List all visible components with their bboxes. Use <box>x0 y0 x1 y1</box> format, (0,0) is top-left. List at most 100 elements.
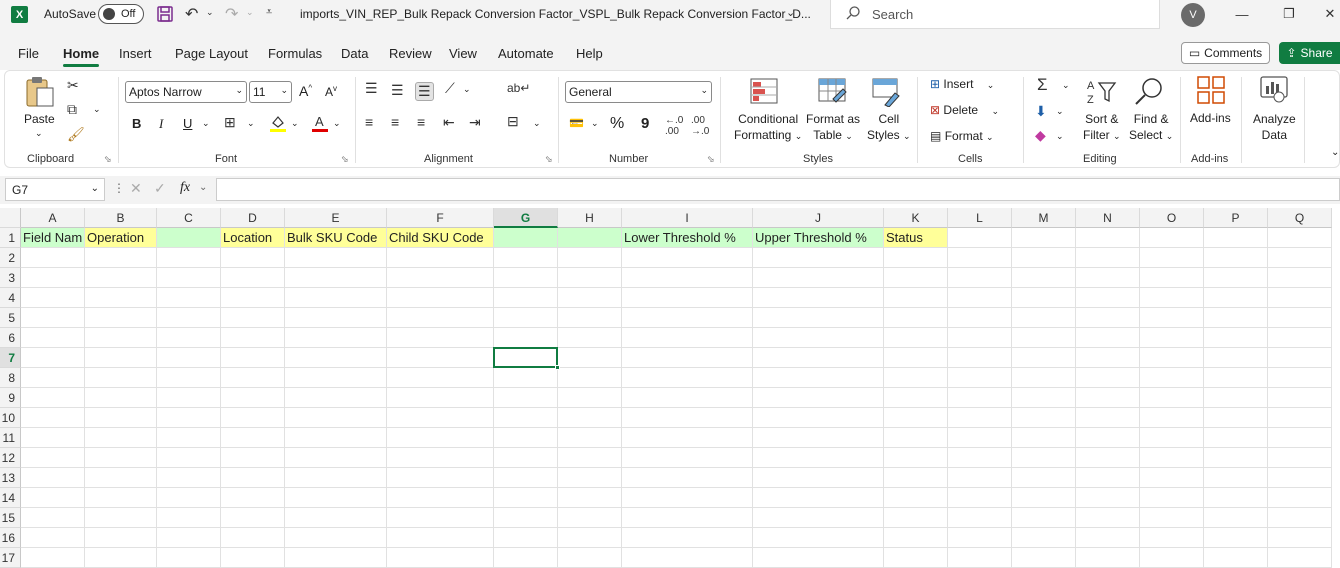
cell-i1[interactable]: Lower Threshold % <box>622 228 753 248</box>
cell-c1[interactable] <box>157 228 221 248</box>
increase-decimal-icon[interactable]: ←.0.00 <box>665 115 683 137</box>
row-header-9[interactable]: 9 <box>0 388 21 408</box>
find-select-button[interactable]: Find & Select ⌄ <box>1129 111 1173 144</box>
cell-b16[interactable] <box>85 528 157 548</box>
cell-q17[interactable] <box>1268 548 1332 568</box>
cell-b5[interactable] <box>85 308 157 328</box>
cell-b14[interactable] <box>85 488 157 508</box>
worksheet-grid[interactable]: A B C D E F G H I J K L M N O P Q 1 Field Nam Operation Loca… <box>0 208 1340 568</box>
cell-g9[interactable] <box>494 388 558 408</box>
cell-l3[interactable] <box>948 268 1012 288</box>
cell-n10[interactable] <box>1076 408 1140 428</box>
cell-h15[interactable] <box>558 508 622 528</box>
cell-a14[interactable] <box>21 488 85 508</box>
cell-b9[interactable] <box>85 388 157 408</box>
cell-b1[interactable]: Operation <box>85 228 157 248</box>
cell-a1[interactable]: Field Nam <box>21 228 85 248</box>
row-header-7[interactable]: 7 <box>0 348 21 368</box>
cell-k6[interactable] <box>884 328 948 348</box>
accounting-format-icon[interactable]: 💳 <box>569 116 584 130</box>
cell-e4[interactable] <box>285 288 387 308</box>
cell-b12[interactable] <box>85 448 157 468</box>
cell-j15[interactable] <box>753 508 884 528</box>
bottom-align-icon[interactable]: ☰ <box>415 82 434 101</box>
tab-formulas[interactable]: Formulas <box>268 46 322 61</box>
cell-d14[interactable] <box>221 488 285 508</box>
cell-g10[interactable] <box>494 408 558 428</box>
cell-c7[interactable] <box>157 348 221 368</box>
cell-j16[interactable] <box>753 528 884 548</box>
cell-j9[interactable] <box>753 388 884 408</box>
column-header-j[interactable]: J <box>753 208 884 228</box>
tab-insert[interactable]: Insert <box>119 46 152 61</box>
format-painter-icon[interactable]: 🖌 <box>67 126 85 143</box>
cell-e14[interactable] <box>285 488 387 508</box>
cell-c17[interactable] <box>157 548 221 568</box>
cell-j14[interactable] <box>753 488 884 508</box>
cell-g17[interactable] <box>494 548 558 568</box>
cell-i7[interactable] <box>622 348 753 368</box>
cell-a4[interactable] <box>21 288 85 308</box>
cell-l2[interactable] <box>948 248 1012 268</box>
find-select-icon[interactable] <box>1133 77 1165 110</box>
column-header-n[interactable]: N <box>1076 208 1140 228</box>
name-box[interactable]: G7 ⌄ <box>5 178 105 201</box>
cell-h12[interactable] <box>558 448 622 468</box>
cell-c9[interactable] <box>157 388 221 408</box>
cell-o3[interactable] <box>1140 268 1204 288</box>
fill-color-dropdown-icon[interactable]: ⌄ <box>291 118 299 129</box>
cell-k12[interactable] <box>884 448 948 468</box>
alignment-launcher-icon[interactable]: ⬂ <box>545 154 553 165</box>
cell-n7[interactable] <box>1076 348 1140 368</box>
minimize-icon[interactable]: — <box>1232 4 1252 24</box>
column-header-d[interactable]: D <box>221 208 285 228</box>
copy-dropdown-icon[interactable]: ⌄ <box>93 104 101 115</box>
cell-q13[interactable] <box>1268 468 1332 488</box>
column-header-g[interactable]: G <box>494 208 558 228</box>
cell-e17[interactable] <box>285 548 387 568</box>
cell-f14[interactable] <box>387 488 494 508</box>
cell-j2[interactable] <box>753 248 884 268</box>
cell-q15[interactable] <box>1268 508 1332 528</box>
row-header-1[interactable]: 1 <box>0 228 21 248</box>
cell-k9[interactable] <box>884 388 948 408</box>
number-launcher-icon[interactable]: ⬂ <box>707 154 715 165</box>
cell-k1[interactable]: Status <box>884 228 948 248</box>
cell-i17[interactable] <box>622 548 753 568</box>
cell-j12[interactable] <box>753 448 884 468</box>
cell-m3[interactable] <box>1012 268 1076 288</box>
cell-p13[interactable] <box>1204 468 1268 488</box>
row-header-5[interactable]: 5 <box>0 308 21 328</box>
cell-e10[interactable] <box>285 408 387 428</box>
column-header-h[interactable]: H <box>558 208 622 228</box>
cell-o7[interactable] <box>1140 348 1204 368</box>
sort-filter-icon[interactable]: AZ <box>1085 77 1117 110</box>
cell-h7[interactable] <box>558 348 622 368</box>
cell-q1[interactable] <box>1268 228 1332 248</box>
cell-n2[interactable] <box>1076 248 1140 268</box>
cell-n11[interactable] <box>1076 428 1140 448</box>
addins-icon[interactable] <box>1196 75 1226 108</box>
font-size-combo[interactable]: 11 ⌄ <box>249 81 292 103</box>
column-header-b[interactable]: B <box>85 208 157 228</box>
cell-e7[interactable] <box>285 348 387 368</box>
row-header-17[interactable]: 17 <box>0 548 21 568</box>
cell-o8[interactable] <box>1140 368 1204 388</box>
cell-o13[interactable] <box>1140 468 1204 488</box>
cell-g1[interactable] <box>494 228 558 248</box>
cell-d11[interactable] <box>221 428 285 448</box>
cell-q10[interactable] <box>1268 408 1332 428</box>
cell-h13[interactable] <box>558 468 622 488</box>
decrease-indent-icon[interactable]: ⇤ <box>443 114 455 131</box>
align-left-icon[interactable]: ≡ <box>365 114 373 130</box>
cell-p1[interactable] <box>1204 228 1268 248</box>
cell-p9[interactable] <box>1204 388 1268 408</box>
conditional-formatting-button[interactable]: Conditional Formatting ⌄ <box>734 111 802 144</box>
cell-p11[interactable] <box>1204 428 1268 448</box>
cell-a12[interactable] <box>21 448 85 468</box>
cell-m13[interactable] <box>1012 468 1076 488</box>
cell-f12[interactable] <box>387 448 494 468</box>
cell-l14[interactable] <box>948 488 1012 508</box>
cell-k7[interactable] <box>884 348 948 368</box>
cell-o17[interactable] <box>1140 548 1204 568</box>
